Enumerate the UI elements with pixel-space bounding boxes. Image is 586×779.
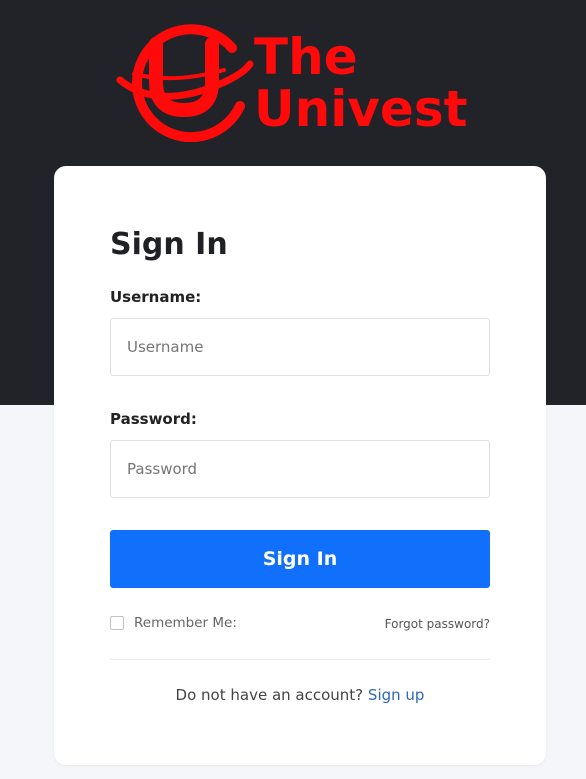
- sign-up-link[interactable]: Sign up: [368, 686, 425, 704]
- password-label: Password:: [110, 410, 197, 428]
- divider: [110, 659, 490, 660]
- u-globe-logo-icon: [116, 24, 254, 142]
- remember-me-checkbox[interactable]: [110, 616, 124, 630]
- forgot-password-link[interactable]: Forgot password?: [385, 617, 490, 631]
- username-input[interactable]: [110, 318, 490, 376]
- remember-me[interactable]: Remember Me:: [110, 615, 237, 631]
- signup-prompt: Do not have an account? Sign up: [54, 686, 546, 704]
- sign-in-card: Sign In Username: Password: Sign In Reme…: [54, 166, 546, 765]
- password-input[interactable]: [110, 440, 490, 498]
- logo-text-line2: Univest: [254, 80, 468, 138]
- signup-prompt-text: Do not have an account?: [175, 686, 364, 704]
- brand-logo: The Univest: [114, 18, 494, 142]
- sign-in-button[interactable]: Sign In: [110, 530, 490, 588]
- remember-me-label: Remember Me:: [134, 615, 237, 631]
- username-label: Username:: [110, 288, 202, 306]
- page-title: Sign In: [110, 227, 228, 262]
- logo-text-line1: The: [254, 28, 358, 86]
